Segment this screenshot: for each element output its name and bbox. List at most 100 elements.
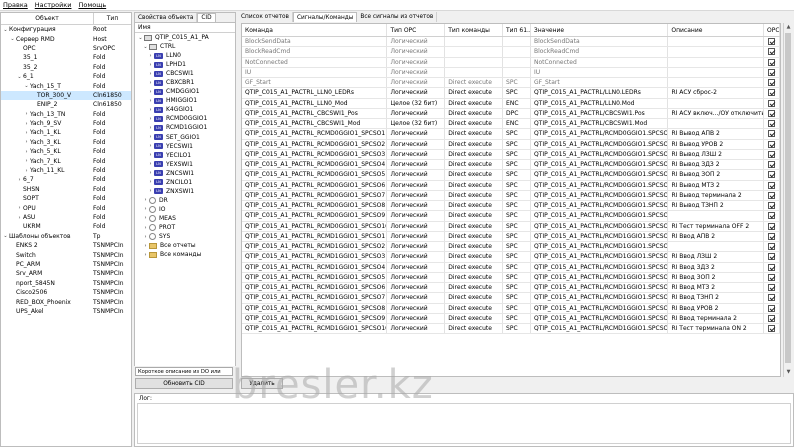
- opc-checkbox[interactable]: [768, 253, 776, 261]
- tree-item[interactable]: ⌄ Сервер RMD Host: [1, 34, 131, 43]
- cid-tree-item[interactable]: › LN YECILO1: [135, 151, 235, 160]
- column-header-6[interactable]: OPC: [764, 24, 780, 36]
- chevron-right-icon[interactable]: ›: [23, 139, 30, 145]
- chevron-right-icon[interactable]: ›: [147, 53, 154, 59]
- table-row[interactable]: QTIP_C015_A1_PACTRL_RCMD0GGIO1_SPCSO2 Лог…: [242, 139, 780, 150]
- delete-button[interactable]: Удалить: [241, 378, 283, 389]
- cid-tree-item[interactable]: › LN SET_GGIO1: [135, 133, 235, 142]
- chevron-right-icon[interactable]: ›: [16, 215, 23, 221]
- table-row[interactable]: QTIP_C015_A1_PACTRL_RCMD0GGIO1_SPCSO3 Лог…: [242, 149, 780, 160]
- cid-tree-item[interactable]: › Все отчеты: [135, 241, 235, 250]
- cid-tree-item[interactable]: › LN LLN0: [135, 51, 235, 60]
- chevron-right-icon[interactable]: ›: [147, 125, 154, 131]
- table-row[interactable]: QTIP_C015_A1_PACTRL_RCMD1GGIO1_SPCSO8 Лог…: [242, 303, 780, 314]
- tab-signals-1[interactable]: Сигналы/Команды: [292, 12, 358, 22]
- chevron-right-icon[interactable]: ›: [147, 188, 154, 194]
- cid-tree-item[interactable]: › LN CMDGGIO1: [135, 87, 235, 96]
- tree-item[interactable]: › OPU Fold: [1, 203, 131, 212]
- opc-checkbox[interactable]: [768, 130, 776, 138]
- table-row[interactable]: IU Логический IU: [242, 67, 780, 78]
- tree-item[interactable]: 35_2 Fold: [1, 63, 131, 72]
- chevron-right-icon[interactable]: ›: [147, 170, 154, 176]
- tree-item[interactable]: SHSN Fold: [1, 185, 131, 194]
- chevron-down-icon[interactable]: ⌄: [137, 35, 144, 41]
- column-header-1[interactable]: Тип OPC: [387, 24, 446, 36]
- opc-checkbox[interactable]: [768, 243, 776, 251]
- column-header-name[interactable]: Имя: [138, 24, 151, 31]
- description-source-select[interactable]: Короткое описание из DO или: [135, 367, 233, 376]
- tab-signals-0[interactable]: Список отчетов: [238, 12, 293, 22]
- tree-item[interactable]: SOPT Fold: [1, 194, 131, 203]
- tree-item[interactable]: › Yach_13_TN Fold: [1, 110, 131, 119]
- table-row[interactable]: GF_Start Логический Direct execute SPC GF_St…: [242, 78, 780, 89]
- tree-item[interactable]: › 6_7 Fold: [1, 175, 131, 184]
- cid-tree-item[interactable]: › LN ZNCILO1: [135, 178, 235, 187]
- chevron-right-icon[interactable]: ›: [23, 149, 30, 155]
- cid-tree-item[interactable]: › IO: [135, 205, 235, 214]
- table-row[interactable]: QTIP_C015_A1_PACTRL_RCMD0GGIO1_SPCSO9 Лог…: [242, 211, 780, 222]
- table-row[interactable]: QTIP_C015_A1_PACTRL_CBCSWI1_Mod Целое (32…: [242, 119, 780, 130]
- chevron-down-icon[interactable]: ⌄: [23, 83, 30, 89]
- log-output[interactable]: [137, 403, 791, 444]
- table-row[interactable]: QTIP_C015_A1_PACTRL_RCMD0GGIO1_SPCSO5 Лог…: [242, 170, 780, 181]
- tree-item[interactable]: Cisco2506 TSNMPCIn: [1, 288, 131, 297]
- table-row[interactable]: QTIP_C015_A1_PACTRL_RCMD0GGIO1_SPCSO10 Ло…: [242, 221, 780, 232]
- tree-item[interactable]: › Yach_5_KL Fold: [1, 147, 131, 156]
- column-header-5[interactable]: Описание: [668, 24, 765, 36]
- chevron-right-icon[interactable]: ›: [142, 215, 149, 221]
- column-header-3[interactable]: Тип 61...: [503, 24, 531, 36]
- table-row[interactable]: QTIP_C015_A1_PACTRL_RCMD1GGIO1_SPCSO2 Лог…: [242, 242, 780, 253]
- opc-checkbox[interactable]: [768, 284, 776, 292]
- column-header-0[interactable]: Команда: [242, 24, 388, 36]
- table-row[interactable]: NotConnected Логический NotConnected: [242, 57, 780, 68]
- chevron-right-icon[interactable]: ›: [23, 111, 30, 117]
- cid-tree-item[interactable]: ⌄ QTIP_C015_A1_PA: [135, 33, 235, 42]
- opc-checkbox[interactable]: [768, 68, 776, 76]
- opc-checkbox[interactable]: [768, 99, 776, 107]
- tree-item[interactable]: 35_1 Fold: [1, 53, 131, 62]
- tree-item[interactable]: › Yach_1_KL Fold: [1, 128, 131, 137]
- column-header-object[interactable]: Объект: [1, 13, 93, 24]
- opc-checkbox[interactable]: [768, 325, 776, 333]
- chevron-right-icon[interactable]: ›: [147, 62, 154, 68]
- opc-checkbox[interactable]: [768, 161, 776, 169]
- signals-grid-scrollbar[interactable]: ▲ ▼: [783, 23, 792, 377]
- table-row[interactable]: QTIP_C015_A1_PACTRL_CBCSWI1_Pos Логически…: [242, 108, 780, 119]
- table-row[interactable]: QTIP_C015_A1_PACTRL_RCMD1GGIO1_SPCSO5 Лог…: [242, 272, 780, 283]
- opc-checkbox[interactable]: [768, 181, 776, 189]
- tree-item[interactable]: ⌄ 6_1 Fold: [1, 72, 131, 81]
- cid-tree-item[interactable]: › MEAS: [135, 214, 235, 223]
- table-row[interactable]: BlockReadCmd Логический BlockReadCmd: [242, 47, 780, 58]
- table-row[interactable]: QTIP_C015_A1_PACTRL_RCMD0GGIO1_SPCSO8 Лог…: [242, 201, 780, 212]
- column-header-type[interactable]: Тип: [93, 13, 131, 24]
- cid-tree-item[interactable]: › SYS: [135, 232, 235, 241]
- tree-item[interactable]: ENKS 2 TSNMPCIn: [1, 241, 131, 250]
- tree-item[interactable]: › Yach_9_SV Fold: [1, 119, 131, 128]
- cid-tree-item[interactable]: › DR: [135, 196, 235, 205]
- menu-item-0[interactable]: Правка: [3, 1, 28, 9]
- scrollbar-thumb[interactable]: [785, 33, 791, 363]
- chevron-right-icon[interactable]: ›: [142, 206, 149, 212]
- chevron-right-icon[interactable]: ›: [147, 179, 154, 185]
- opc-checkbox[interactable]: [768, 38, 776, 46]
- chevron-right-icon[interactable]: ›: [147, 89, 154, 95]
- opc-checkbox[interactable]: [768, 202, 776, 210]
- chevron-right-icon[interactable]: ›: [23, 168, 30, 174]
- tree-item[interactable]: Srv_ARM TSNMPCIn: [1, 269, 131, 278]
- opc-checkbox[interactable]: [768, 314, 776, 322]
- tree-item[interactable]: › Yach_3_KL Fold: [1, 138, 131, 147]
- table-row[interactable]: QTIP_C015_A1_PACTRL_RCMD0GGIO1_SPCSO4 Лог…: [242, 160, 780, 171]
- chevron-right-icon[interactable]: ›: [147, 143, 154, 149]
- opc-checkbox[interactable]: [768, 263, 776, 271]
- cid-tree-item[interactable]: › LN RCMD1GGIO1: [135, 123, 235, 132]
- chevron-down-icon[interactable]: ⌄: [2, 233, 9, 239]
- opc-checkbox[interactable]: [768, 79, 776, 87]
- opc-checkbox[interactable]: [768, 171, 776, 179]
- table-row[interactable]: BlockSendData Логический BlockSendData: [242, 37, 780, 48]
- opc-checkbox[interactable]: [768, 109, 776, 117]
- chevron-right-icon[interactable]: ›: [142, 243, 149, 249]
- table-row[interactable]: QTIP_C015_A1_PACTRL_RCMD1GGIO1_SPCSO1 Лог…: [242, 231, 780, 242]
- table-row[interactable]: QTIP_C015_A1_PACTRL_RCMD1GGIO1_SPCSO10 Ло…: [242, 324, 780, 335]
- menu-item-2[interactable]: Помощь: [78, 1, 106, 9]
- table-row[interactable]: QTIP_C015_A1_PACTRL_RCMD0GGIO1_SPCSO1 Лог…: [242, 129, 780, 140]
